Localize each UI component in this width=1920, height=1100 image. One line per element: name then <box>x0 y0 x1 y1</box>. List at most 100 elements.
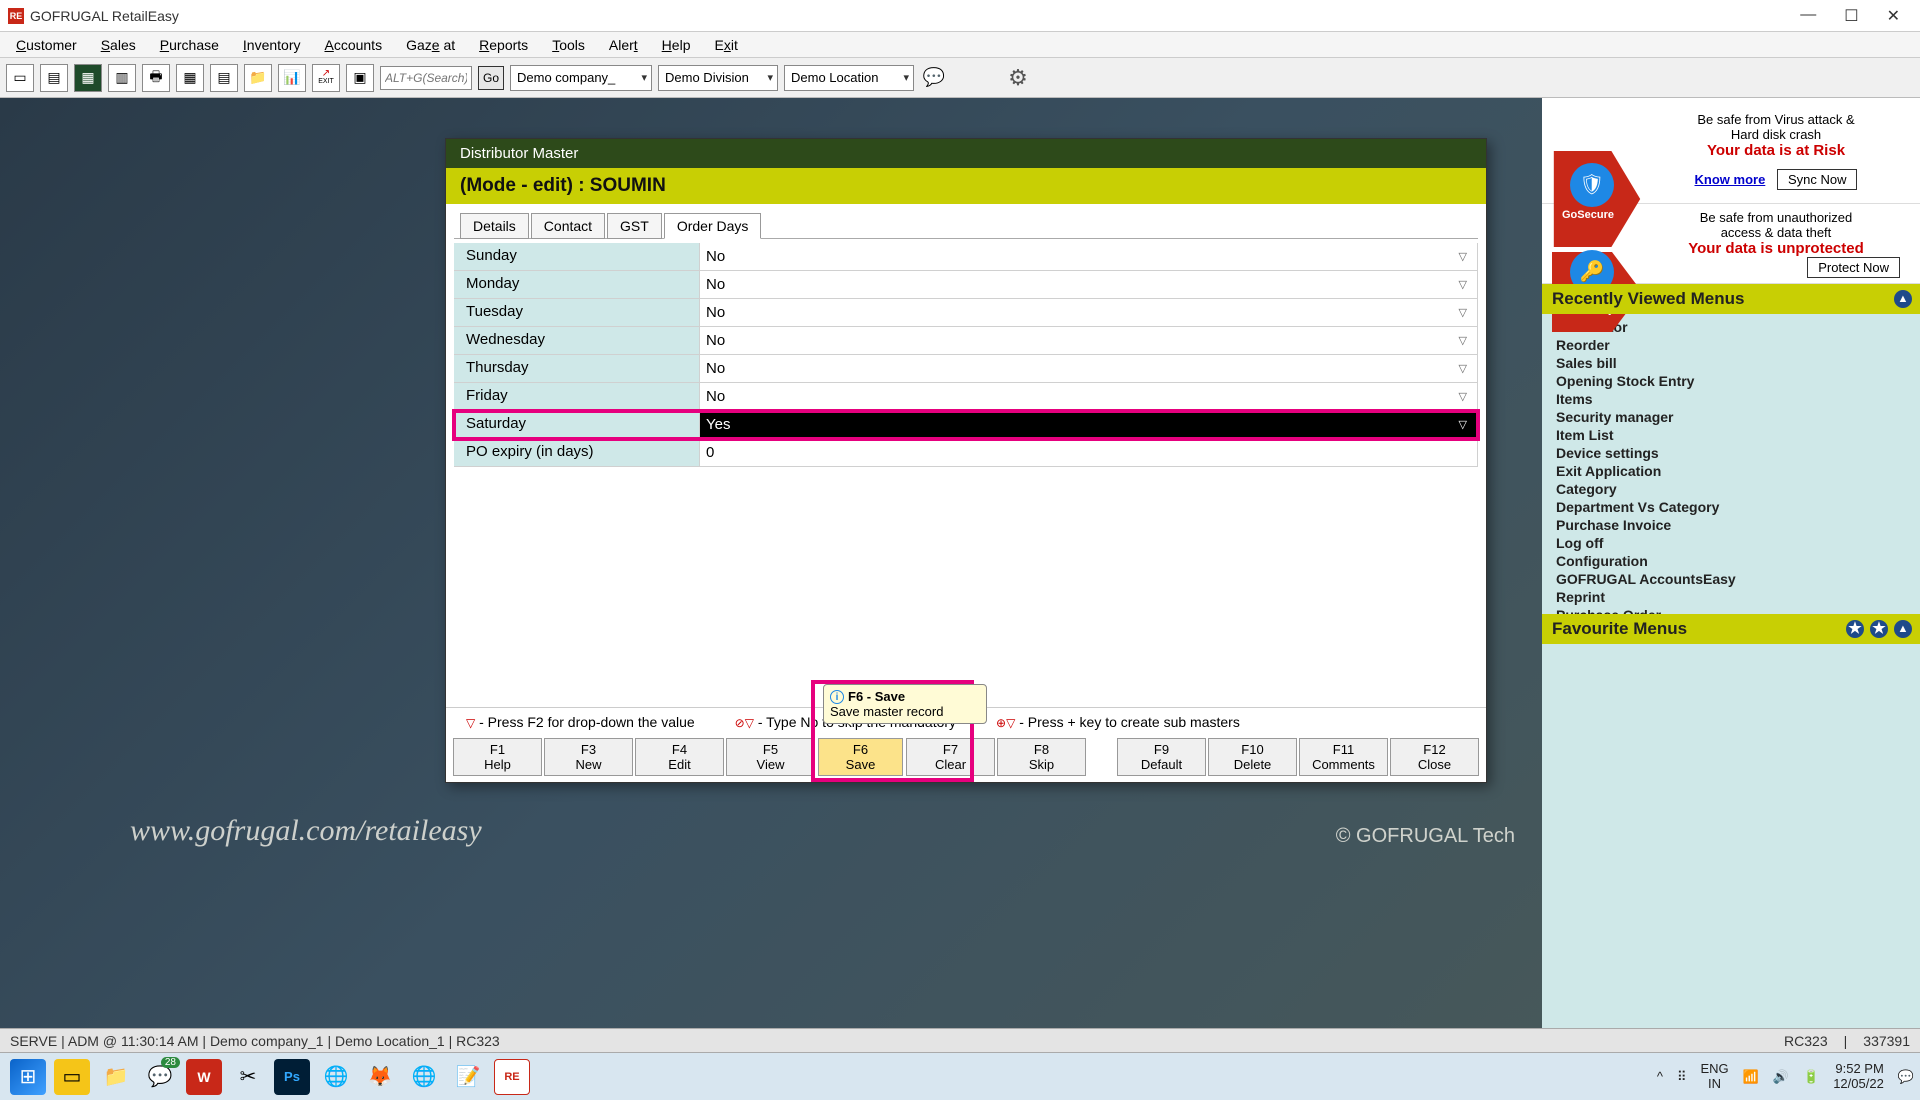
toolbar-btn-6[interactable]: ▦ <box>176 64 204 92</box>
fkey-comments[interactable]: F11Comments <box>1299 738 1388 776</box>
fkey-default[interactable]: F9Default <box>1117 738 1206 776</box>
taskbar-app-wps[interactable]: W <box>186 1059 222 1095</box>
menu-purchase[interactable]: Purchase <box>148 34 231 56</box>
menu-tools[interactable]: Tools <box>540 34 597 56</box>
fkey-close[interactable]: F12Close <box>1390 738 1479 776</box>
menu-reports[interactable]: Reports <box>467 34 540 56</box>
recent-item[interactable]: Exit Application <box>1542 462 1920 480</box>
taskbar-app-whatsapp[interactable]: 💬28 <box>142 1059 178 1095</box>
recent-item[interactable]: Purchase Invoice <box>1542 516 1920 534</box>
recent-item[interactable]: GOFRUGAL AccountsEasy <box>1542 570 1920 588</box>
close-button[interactable]: ✕ <box>1887 6 1900 26</box>
recent-item[interactable]: Item List <box>1542 426 1920 444</box>
folder-icon[interactable]: 📁 <box>244 64 272 92</box>
company-dropdown[interactable]: Demo company_ <box>510 65 652 91</box>
toolbar-btn-7[interactable]: ▤ <box>210 64 238 92</box>
know-more-link[interactable]: Know more <box>1695 172 1766 187</box>
chart-icon[interactable]: 📊 <box>278 64 306 92</box>
tab-contact[interactable]: Contact <box>531 213 605 239</box>
tray-dropbox-icon[interactable]: ⠿ <box>1677 1069 1687 1085</box>
row-value-dropdown[interactable]: No▽ <box>700 243 1478 270</box>
fkey-clear[interactable]: F7Clear <box>906 738 995 776</box>
row-value-dropdown[interactable]: No▽ <box>700 299 1478 326</box>
recent-item[interactable]: Reprint <box>1542 588 1920 606</box>
taskbar-app-explorer[interactable]: ▭ <box>54 1059 90 1095</box>
recent-item[interactable]: Opening Stock Entry <box>1542 372 1920 390</box>
taskbar-app-chrome[interactable]: 🌐 <box>318 1059 354 1095</box>
recent-item[interactable]: Configuration <box>1542 552 1920 570</box>
go-button[interactable]: Go <box>478 66 504 90</box>
recent-item[interactable]: Items <box>1542 390 1920 408</box>
taskbar-app-snip[interactable]: ✂ <box>230 1059 266 1095</box>
gear-icon[interactable]: ⚙ <box>1004 64 1032 92</box>
protect-now-button[interactable]: Protect Now <box>1807 257 1900 278</box>
taskbar-app-retaileasy[interactable]: RE <box>494 1059 530 1095</box>
division-dropdown[interactable]: Demo Division <box>658 65 778 91</box>
start-button[interactable]: ⊞ <box>10 1059 46 1095</box>
menu-exit[interactable]: Exit <box>702 34 749 56</box>
fkey-edit[interactable]: F4Edit <box>635 738 724 776</box>
recent-item[interactable]: Department Vs Category <box>1542 498 1920 516</box>
menu-alert[interactable]: Alert <box>597 34 650 56</box>
chevron-down-icon: ▽ <box>1459 250 1467 263</box>
row-value-dropdown[interactable]: No▽ <box>700 383 1478 410</box>
menu-customer[interactable]: Customer <box>4 34 89 56</box>
tray-battery-icon[interactable]: 🔋 <box>1803 1069 1819 1085</box>
toolbar-btn-3[interactable]: ▦ <box>74 64 102 92</box>
tray-language[interactable]: ENGIN <box>1700 1062 1728 1091</box>
menu-gaze-at[interactable]: Gaze at <box>394 34 467 56</box>
star-remove-icon[interactable]: ★ <box>1870 620 1888 638</box>
global-search-input[interactable] <box>380 66 472 90</box>
tray-wifi-icon[interactable]: 📶 <box>1743 1069 1759 1085</box>
tray-chevron-icon[interactable]: ^ <box>1657 1069 1663 1084</box>
taskbar-app-photoshop[interactable]: Ps <box>274 1059 310 1095</box>
menu-inventory[interactable]: Inventory <box>231 34 313 56</box>
sync-now-button[interactable]: Sync Now <box>1777 169 1858 190</box>
maximize-button[interactable]: ☐ <box>1844 6 1858 26</box>
collapse-icon[interactable]: ▲ <box>1894 290 1912 308</box>
tray-notifications-icon[interactable]: 💬 <box>1898 1069 1914 1085</box>
chat-icon[interactable]: 💬 <box>920 64 948 92</box>
recent-item[interactable]: Device settings <box>1542 444 1920 462</box>
row-value-dropdown[interactable]: No▽ <box>700 271 1478 298</box>
chevron-down-icon: ▽ <box>1459 418 1467 431</box>
taskbar-app-notepad[interactable]: 📝 <box>450 1059 486 1095</box>
row-value-dropdown[interactable]: No▽ <box>700 355 1478 382</box>
recent-item[interactable]: Log off <box>1542 534 1920 552</box>
print-icon[interactable]: 🖶 <box>142 64 170 92</box>
recent-item[interactable]: Purchase Order <box>1542 606 1920 614</box>
star-add-icon[interactable]: ★ <box>1846 620 1864 638</box>
taskbar-app-edge[interactable]: 🌐 <box>406 1059 442 1095</box>
tray-volume-icon[interactable]: 🔊 <box>1773 1069 1789 1085</box>
fkey-help[interactable]: F1Help <box>453 738 542 776</box>
row-value-dropdown[interactable]: Yes▽ <box>700 411 1478 438</box>
menu-help[interactable]: Help <box>650 34 703 56</box>
fkey-skip[interactable]: F8Skip <box>997 738 1086 776</box>
tab-details[interactable]: Details <box>460 213 529 239</box>
collapse-icon-2[interactable]: ▲ <box>1894 620 1912 638</box>
fkey-view[interactable]: F5View <box>726 738 815 776</box>
tab-order-days[interactable]: Order Days <box>664 213 762 239</box>
row-value-dropdown[interactable]: 0 <box>700 439 1478 466</box>
recent-item[interactable]: Security manager <box>1542 408 1920 426</box>
row-value-dropdown[interactable]: No▽ <box>700 327 1478 354</box>
taskbar-app-folder[interactable]: 📁 <box>98 1059 134 1095</box>
tab-gst[interactable]: GST <box>607 213 662 239</box>
menu-accounts[interactable]: Accounts <box>312 34 394 56</box>
menu-sales[interactable]: Sales <box>89 34 148 56</box>
minimize-button[interactable]: — <box>1800 6 1816 26</box>
location-dropdown[interactable]: Demo Location <box>784 65 914 91</box>
toolbar-btn-2[interactable]: ▤ <box>40 64 68 92</box>
function-keys-row: F1HelpF3NewF4EditF5ViewF6SaveiF6 - SaveS… <box>446 736 1486 782</box>
toolbar-btn-1[interactable]: ▭ <box>6 64 34 92</box>
recent-item[interactable]: Category <box>1542 480 1920 498</box>
fkey-delete[interactable]: F10Delete <box>1208 738 1297 776</box>
tray-clock[interactable]: 9:52 PM12/05/22 <box>1833 1062 1884 1091</box>
toolbar-btn-11[interactable]: ▣ <box>346 64 374 92</box>
toolbar-btn-4[interactable]: ▥ <box>108 64 136 92</box>
exit-button[interactable]: ↗EXIT <box>312 64 340 92</box>
recent-item[interactable]: Sales bill <box>1542 354 1920 372</box>
taskbar-app-firefox[interactable]: 🦊 <box>362 1059 398 1095</box>
fkey-save[interactable]: F6Save <box>818 738 903 776</box>
fkey-new[interactable]: F3New <box>544 738 633 776</box>
